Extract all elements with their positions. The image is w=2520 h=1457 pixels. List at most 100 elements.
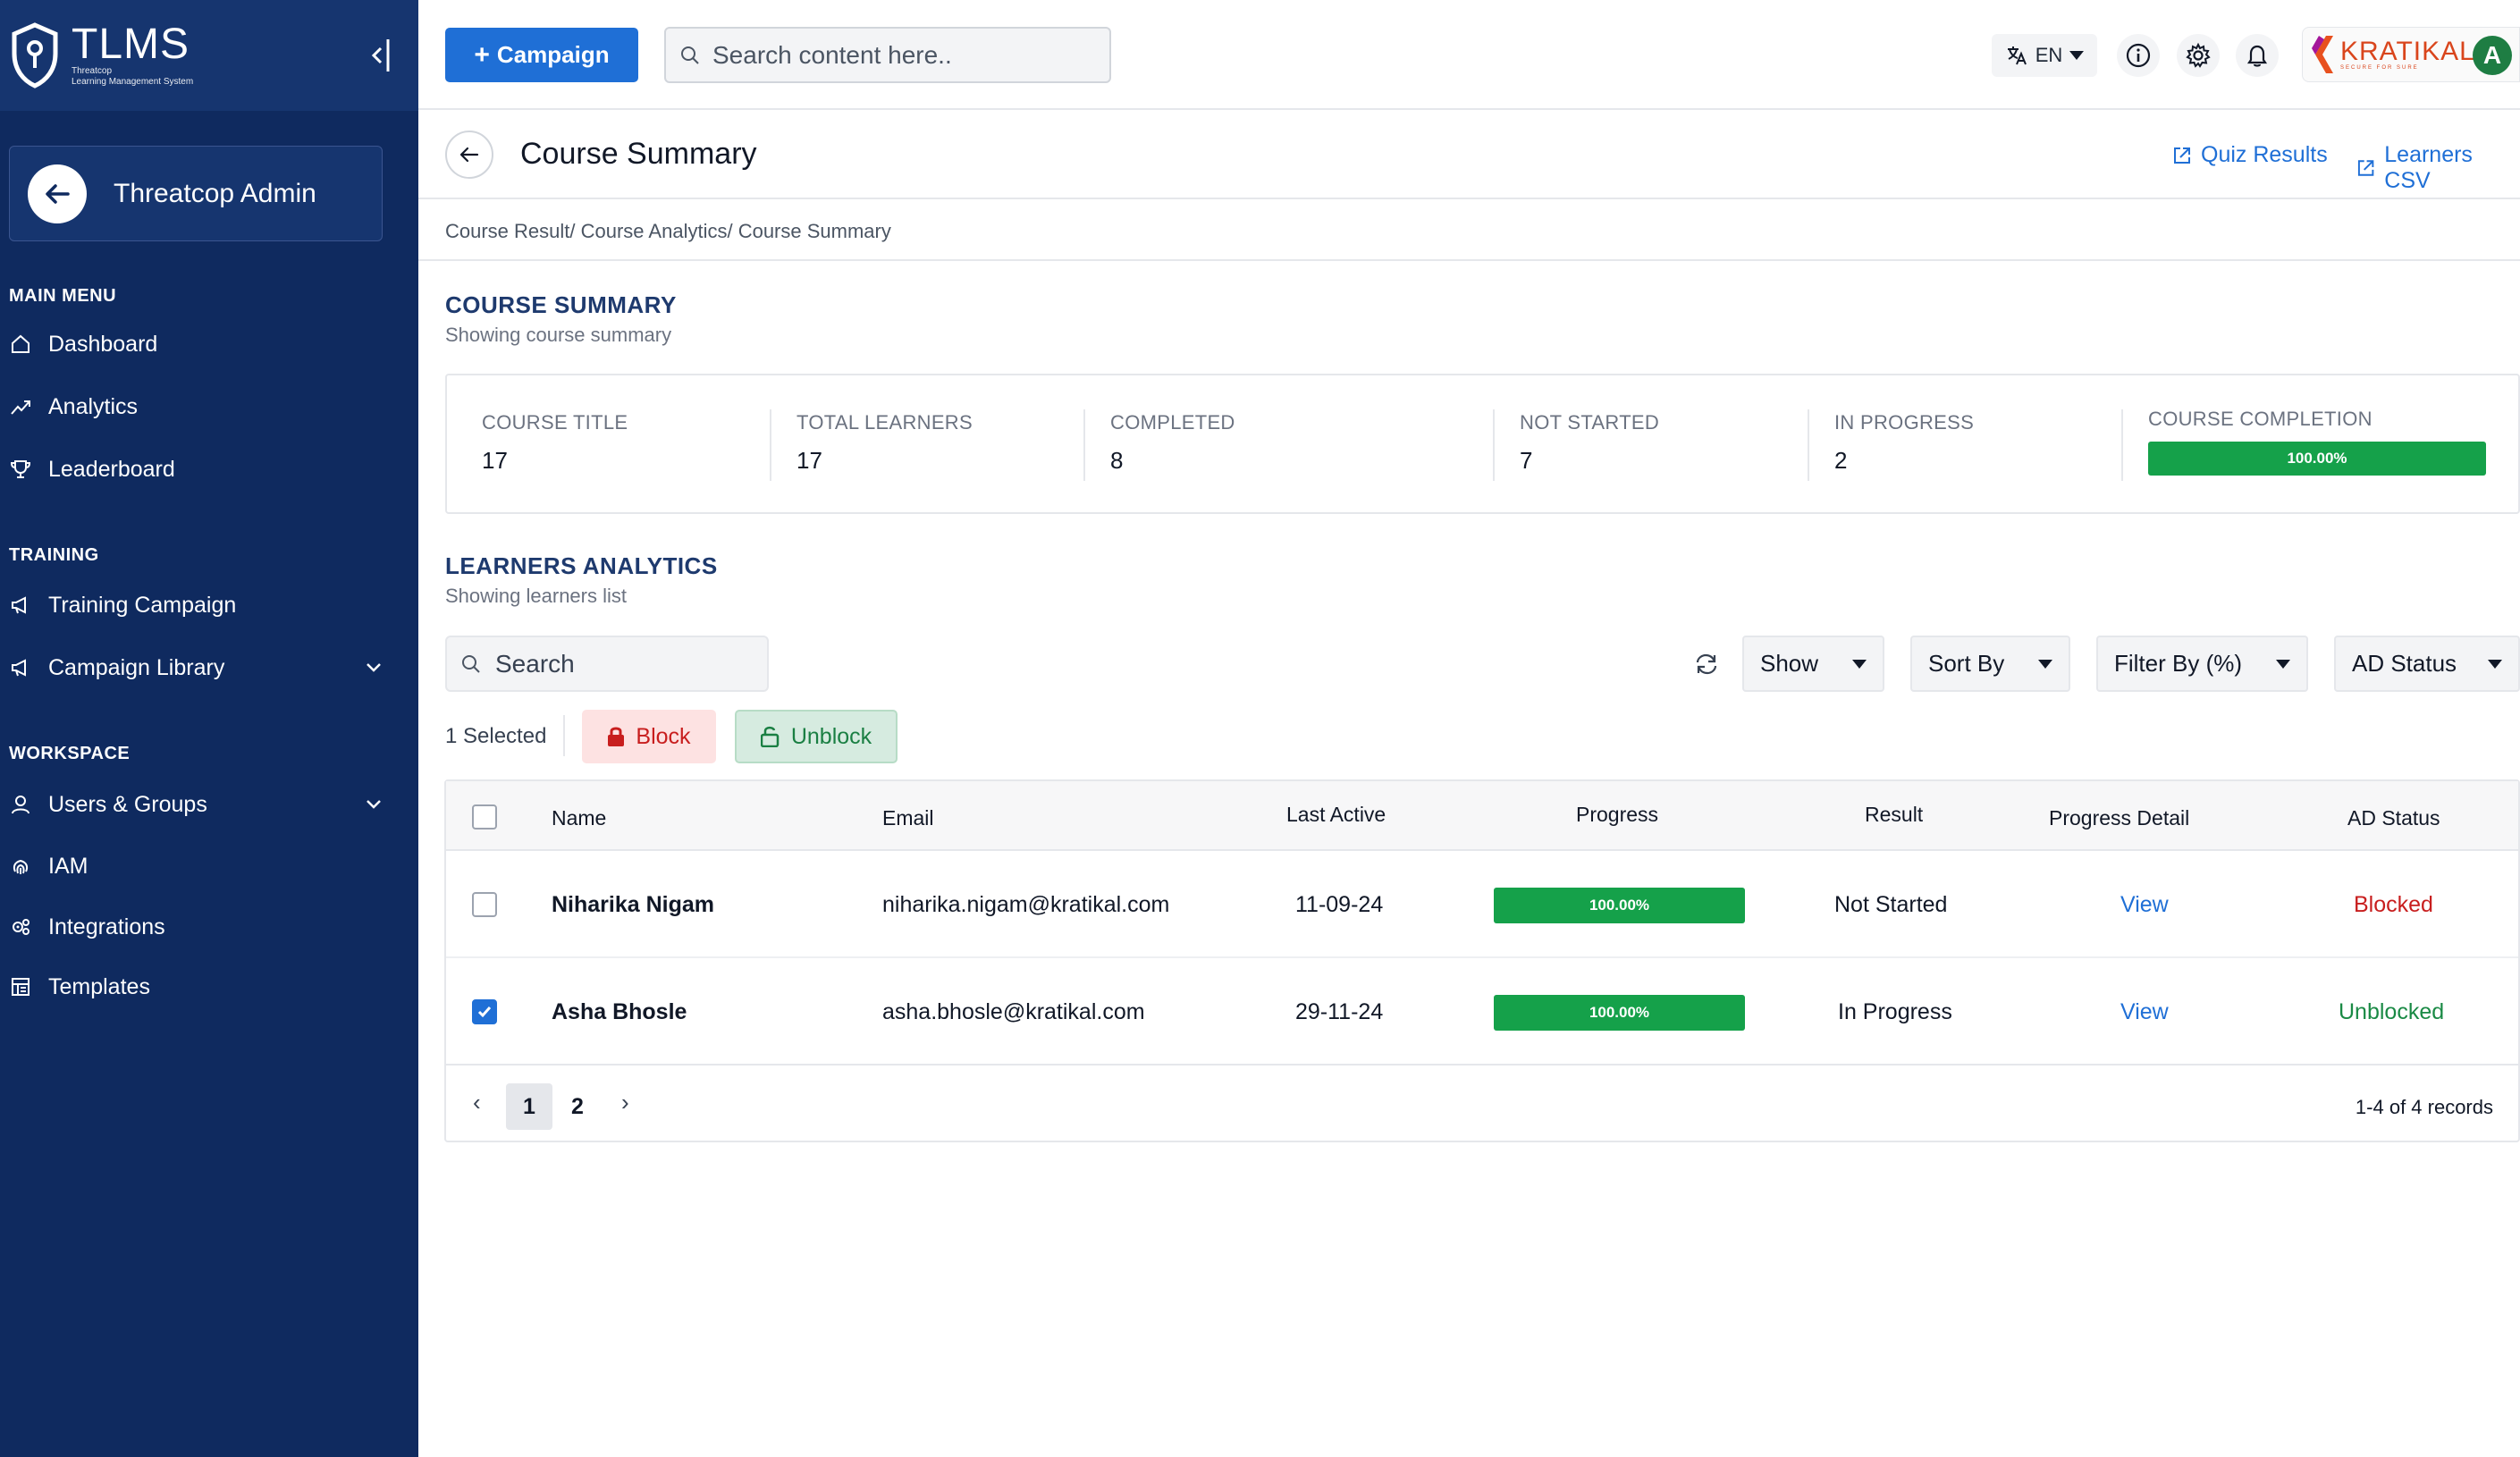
back-arrow-icon <box>28 164 87 223</box>
ad-status-dropdown-label: AD Status <box>2352 650 2457 677</box>
block-button[interactable]: Block <box>582 710 716 763</box>
sidebar-item-integrations[interactable]: Integrations <box>9 905 384 949</box>
organization-name: KRATIKAL SECURE FOR SURE <box>2340 38 2475 72</box>
table-row[interactable]: Asha Bhosle asha.bhosle@kratikal.com 29-… <box>446 958 2518 1065</box>
row-progress-bar: 100.00% <box>1494 888 1745 923</box>
stat-label: TOTAL LEARNERS <box>796 411 973 434</box>
learners-csv-link[interactable]: Learners CSV <box>2356 142 2520 194</box>
caret-down-icon <box>1852 659 1867 669</box>
page-1-button[interactable]: 1 <box>506 1083 552 1130</box>
sidebar-item-training-campaign[interactable]: Training Campaign <box>9 583 384 627</box>
learner-name: Niharika Nigam <box>552 892 715 917</box>
gear-icon <box>2186 42 2211 68</box>
column-header-ad-status: AD Status <box>2347 806 2440 830</box>
learner-search[interactable] <box>445 636 769 692</box>
fingerprint-icon <box>9 855 32 878</box>
sidebar-item-label: Campaign Library <box>48 654 225 680</box>
sidebar-item-leaderboard[interactable]: Leaderboard <box>9 447 384 492</box>
caret-down-icon <box>2488 659 2502 669</box>
refresh-button[interactable] <box>1690 647 1724 681</box>
collapse-sidebar-button[interactable] <box>370 36 392 75</box>
back-button[interactable] <box>445 131 493 179</box>
kratikal-logo-icon <box>2312 36 2333 73</box>
sidebar-item-campaign-library[interactable]: Campaign Library <box>9 645 384 690</box>
sidebar-item-label: Analytics <box>48 393 139 419</box>
sidebar-item-label: Users & Groups <box>48 791 207 817</box>
gears-icon <box>9 915 32 939</box>
select-all-checkbox[interactable] <box>472 804 497 830</box>
section-main-menu: MAIN MENU <box>9 286 117 306</box>
quiz-results-link[interactable]: Quiz Results <box>2172 142 2328 168</box>
column-header-progress-detail: Progress Detail <box>2049 806 2190 830</box>
new-campaign-button[interactable]: + Campaign <box>445 28 638 82</box>
row-progress-bar: 100.00% <box>1494 995 1745 1031</box>
block-button-label: Block <box>636 723 691 749</box>
table-row[interactable]: Niharika Nigam niharika.nigam@kratikal.c… <box>446 851 2518 958</box>
learner-email: asha.bhosle@kratikal.com <box>882 999 1145 1024</box>
learner-search-input[interactable] <box>495 649 754 678</box>
sort-by-dropdown[interactable]: Sort By <box>1910 636 2070 692</box>
row-progress-label: 100.00% <box>1589 897 1650 914</box>
sidebar-item-label: Templates <box>48 973 150 999</box>
sidebar-item-label: Training Campaign <box>48 592 237 618</box>
avatar[interactable]: A <box>2473 36 2512 75</box>
page-2-button[interactable]: 2 <box>554 1083 601 1130</box>
content-search-input[interactable] <box>712 40 1106 70</box>
stat-divider <box>770 409 771 481</box>
view-progress-link[interactable]: View <box>2120 892 2169 918</box>
stat-value: 8 <box>1110 447 1124 474</box>
row-checkbox[interactable] <box>472 892 497 917</box>
pagination: ‹ 1 2 › 1-4 of 4 records <box>446 1065 2518 1142</box>
settings-button[interactable] <box>2177 34 2220 77</box>
sidebar-item-label: Integrations <box>48 914 165 939</box>
sidebar-item-dashboard[interactable]: Dashboard <box>9 322 384 366</box>
table-header: Name Email Last Active Progress Result P… <box>446 781 2518 851</box>
brand-text: TLMS Threatcop Learning Management Syste… <box>72 23 193 88</box>
course-summary-card: COURSE TITLE 17 TOTAL LEARNERS 17 COMPLE… <box>445 374 2520 514</box>
next-page-button[interactable]: › <box>621 1089 629 1116</box>
unblock-button-label: Unblock <box>790 723 872 749</box>
sidebar-item-label: Leaderboard <box>48 456 175 482</box>
column-header-result: Result <box>1865 803 1924 826</box>
sidebar-item-iam[interactable]: IAM <box>9 844 384 889</box>
organization-profile[interactable]: KRATIKAL SECURE FOR SURE A <box>2302 27 2520 82</box>
show-dropdown[interactable]: Show <box>1742 636 1884 692</box>
learner-result: Not Started <box>1834 892 1948 917</box>
top-bar: + Campaign EN KRATIKAL SECURE FOR SURE A <box>418 0 2520 110</box>
selected-count: 1 Selected <box>445 724 547 748</box>
user-icon <box>9 793 32 816</box>
language-selector[interactable]: EN <box>1992 34 2097 77</box>
search-icon <box>462 654 480 673</box>
section-workspace: WORKSPACE <box>9 744 131 763</box>
notifications-button[interactable] <box>2236 34 2279 77</box>
sidebar-item-templates[interactable]: Templates <box>9 964 384 1009</box>
row-checkbox[interactable] <box>472 999 497 1024</box>
breadcrumb: Course Result/ Course Analytics/ Course … <box>445 220 891 242</box>
stat-completed: COMPLETED 8 <box>1110 411 1235 475</box>
learner-result: In Progress <box>1838 999 1952 1024</box>
progress-track: 100.00% <box>1494 888 1745 923</box>
page-header: Course Summary Quiz Results Learners CSV <box>418 110 2520 199</box>
sidebar-item-users-groups[interactable]: Users & Groups <box>9 782 384 827</box>
home-icon <box>9 333 32 356</box>
stat-label: IN PROGRESS <box>1834 411 1975 434</box>
sort-by-dropdown-label: Sort By <box>1928 650 2005 677</box>
sidebar: TLMS Threatcop Learning Management Syste… <box>0 0 418 1457</box>
stat-value: 2 <box>1834 447 1848 474</box>
filter-by-dropdown[interactable]: Filter By (%) <box>2096 636 2308 692</box>
prev-page-button[interactable]: ‹ <box>473 1089 481 1116</box>
admin-switch-card[interactable]: Threatcop Admin <box>9 146 383 241</box>
caret-down-icon <box>2069 51 2085 60</box>
stat-label: COURSE TITLE <box>482 411 628 434</box>
view-progress-link[interactable]: View <box>2120 999 2169 1025</box>
sidebar-item-analytics[interactable]: Analytics <box>9 384 384 429</box>
ad-status-dropdown[interactable]: AD Status <box>2334 636 2520 692</box>
course-summary-title: COURSE SUMMARY <box>445 291 677 318</box>
unblock-button[interactable]: Unblock <box>735 710 898 763</box>
section-training: TRAINING <box>9 545 99 565</box>
completion-progress-bar: 100.00% <box>2148 442 2486 476</box>
info-button[interactable] <box>2117 34 2160 77</box>
show-dropdown-label: Show <box>1760 650 1819 677</box>
chevron-down-icon <box>367 800 381 809</box>
content-search[interactable] <box>664 27 1111 83</box>
